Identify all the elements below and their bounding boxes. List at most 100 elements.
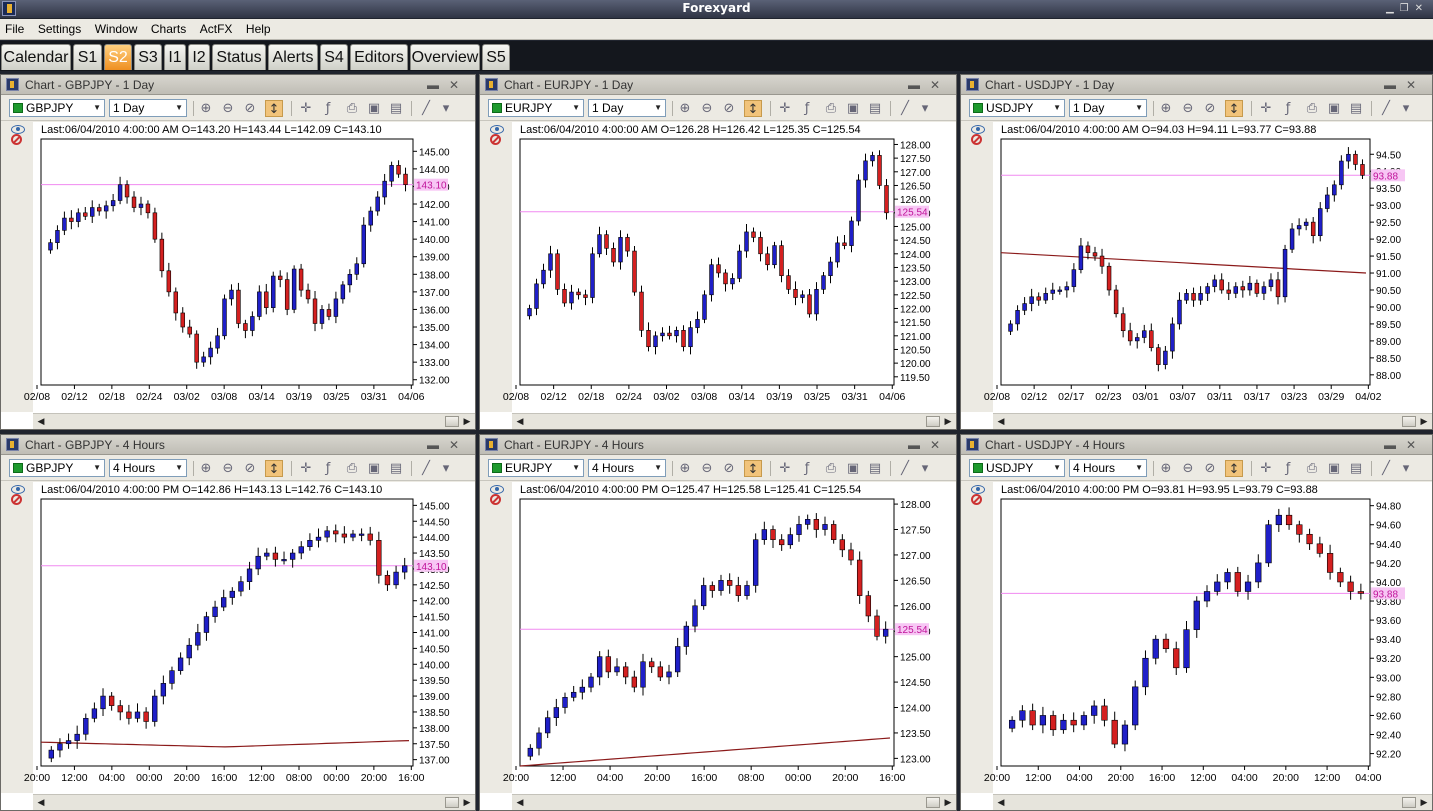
tab-alerts[interactable]: Alerts [268,44,318,70]
indicator-icon[interactable]: ƒ [1279,100,1297,117]
candlestick-chart[interactable]: 94.5094.0093.5093.0092.5092.0091.5091.00… [961,122,1432,429]
scroll-thumb[interactable] [1402,416,1416,427]
zoom-in-icon[interactable]: ⊕ [1157,460,1175,477]
close-icon[interactable]: ✕ [1415,3,1429,14]
candlestick-chart[interactable]: 128.00127.50127.00126.50126.00125.50125.… [480,482,956,810]
zoom-out-icon[interactable]: ⊖ [219,460,237,477]
symbol-select[interactable]: USDJPY ▼ [969,459,1065,477]
minimize-icon[interactable]: ▬ [1384,438,1406,452]
print-icon[interactable]: ⎙ [343,100,361,117]
tab-i1[interactable]: I1 [164,44,186,70]
tab-s4[interactable]: S4 [320,44,348,70]
scroll-right-icon[interactable]: ▶ [1418,797,1430,809]
chart-body[interactable]: Last:06/04/2010 4:00:00 PM O=142.86 H=14… [1,482,475,810]
print-icon[interactable]: ⎙ [822,460,840,477]
tab-i2[interactable]: I2 [188,44,210,70]
print-icon[interactable]: ⎙ [1303,460,1321,477]
scroll-thumb[interactable] [445,416,459,427]
properties-icon[interactable]: ▤ [866,460,884,477]
horizontal-scrollbar[interactable]: ◀ ▶ [512,794,956,810]
chart-body[interactable]: Last:06/04/2010 4:00:00 PM O=125.47 H=12… [480,482,956,810]
horizontal-scrollbar[interactable]: ◀ ▶ [33,794,475,810]
draw-menu-icon[interactable]: ▾ [1397,100,1415,117]
save-icon[interactable]: ▣ [1325,100,1343,117]
crosshair-icon[interactable]: ✛ [776,460,794,477]
horizontal-scrollbar[interactable]: ◀ ▶ [512,413,956,429]
zoom-out-icon[interactable]: ⊖ [1179,100,1197,117]
close-icon[interactable]: ✕ [930,438,950,452]
save-icon[interactable]: ▣ [365,100,383,117]
chart-panel-title[interactable]: Chart - EURJPY - 1 Day ▬✕ [480,75,956,95]
indicator-icon[interactable]: ƒ [798,460,816,477]
minimize-icon[interactable]: ▬ [908,78,930,92]
tab-editors[interactable]: Editors [350,44,408,70]
chart-body[interactable]: Last:06/04/2010 4:00:00 AM O=94.03 H=94.… [961,122,1432,429]
close-icon[interactable]: ✕ [1406,438,1426,452]
tab-overview[interactable]: Overview [410,44,480,70]
window-controls[interactable]: ▁❐✕ [1386,0,1429,17]
timeframe-select[interactable]: 1 Day ▼ [588,99,666,117]
tab-s3[interactable]: S3 [134,44,162,70]
close-icon[interactable]: ✕ [930,78,950,92]
autoscale-icon[interactable]: ↕ [265,100,283,117]
zoom-out-icon[interactable]: ⊖ [219,100,237,117]
zoom-in-icon[interactable]: ⊕ [676,100,694,117]
symbol-select[interactable]: EURJPY ▼ [488,459,584,477]
zoom-reset-icon[interactable]: ⊘ [720,100,738,117]
minimize-icon[interactable]: ▁ [1386,3,1400,14]
symbol-select[interactable]: GBPJPY ▼ [9,459,105,477]
menu-actfx[interactable]: ActFX [195,19,238,40]
menu-window[interactable]: Window [90,19,143,40]
indicator-icon[interactable]: ƒ [798,100,816,117]
save-icon[interactable]: ▣ [844,460,862,477]
menu-file[interactable]: File [0,19,29,40]
zoom-reset-icon[interactable]: ⊘ [1201,100,1219,117]
draw-line-icon[interactable]: ╱ [896,460,914,477]
timeframe-select[interactable]: 4 Hours ▼ [1069,459,1147,477]
scroll-thumb[interactable] [1402,797,1416,808]
symbol-select[interactable]: EURJPY ▼ [488,99,584,117]
zoom-in-icon[interactable]: ⊕ [676,460,694,477]
draw-line-icon[interactable]: ╱ [417,460,435,477]
autoscale-icon[interactable]: ↕ [265,460,283,477]
timeframe-select[interactable]: 1 Day ▼ [1069,99,1147,117]
autoscale-icon[interactable]: ↕ [744,460,762,477]
horizontal-scrollbar[interactable]: ◀ ▶ [993,794,1432,810]
chart-panel-title[interactable]: Chart - GBPJPY - 4 Hours ▬✕ [1,435,475,455]
candlestick-chart[interactable]: 145.00144.00143.00142.00141.00140.00139.… [1,122,475,429]
maximize-icon[interactable]: ❐ [1400,3,1415,14]
menu-help[interactable]: Help [241,19,276,40]
tab-status[interactable]: Status [212,44,266,70]
scroll-right-icon[interactable]: ▶ [461,797,473,809]
chart-body[interactable]: Last:06/04/2010 4:00:00 AM O=126.28 H=12… [480,122,956,429]
zoom-reset-icon[interactable]: ⊘ [720,460,738,477]
draw-line-icon[interactable]: ╱ [1377,460,1395,477]
chart-panel-title[interactable]: Chart - GBPJPY - 1 Day ▬✕ [1,75,475,95]
scroll-left-icon[interactable]: ◀ [35,416,47,428]
tab-s5[interactable]: S5 [482,44,510,70]
close-icon[interactable]: ✕ [1406,78,1426,92]
chart-body[interactable]: Last:06/04/2010 4:00:00 AM O=143.20 H=14… [1,122,475,429]
menu-charts[interactable]: Charts [146,19,191,40]
symbol-select[interactable]: USDJPY ▼ [969,99,1065,117]
crosshair-icon[interactable]: ✛ [1257,460,1275,477]
scroll-thumb[interactable] [445,797,459,808]
draw-line-icon[interactable]: ╱ [1377,100,1395,117]
autoscale-icon[interactable]: ↕ [744,100,762,117]
zoom-out-icon[interactable]: ⊖ [698,460,716,477]
candlestick-chart[interactable]: 128.00127.50127.00126.50126.00125.50125.… [480,122,956,429]
draw-menu-icon[interactable]: ▾ [1397,460,1415,477]
draw-menu-icon[interactable]: ▾ [916,100,934,117]
draw-menu-icon[interactable]: ▾ [916,460,934,477]
minimize-icon[interactable]: ▬ [1384,78,1406,92]
crosshair-icon[interactable]: ✛ [776,100,794,117]
print-icon[interactable]: ⎙ [343,460,361,477]
chart-body[interactable]: Last:06/04/2010 4:00:00 PM O=93.81 H=93.… [961,482,1432,810]
autoscale-icon[interactable]: ↕ [1225,460,1243,477]
chart-panel-title[interactable]: Chart - USDJPY - 4 Hours ▬✕ [961,435,1432,455]
symbol-select[interactable]: GBPJPY ▼ [9,99,105,117]
indicator-icon[interactable]: ƒ [1279,460,1297,477]
zoom-out-icon[interactable]: ⊖ [698,100,716,117]
timeframe-select[interactable]: 4 Hours ▼ [588,459,666,477]
tab-calendar[interactable]: Calendar [1,44,71,70]
